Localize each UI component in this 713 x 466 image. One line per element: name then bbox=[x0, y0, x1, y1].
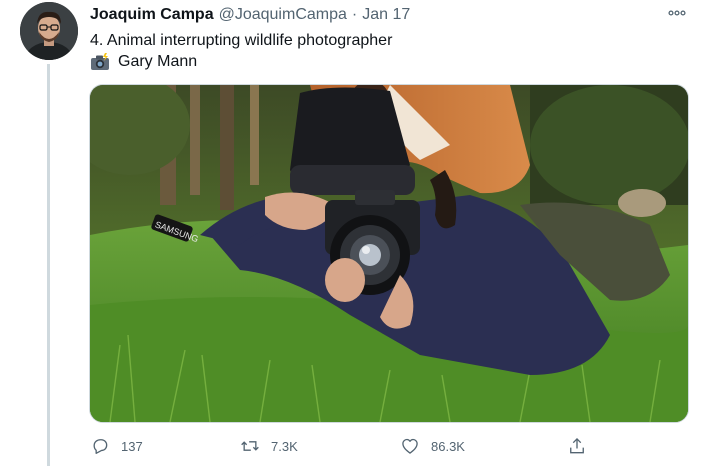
avatar-image bbox=[20, 2, 78, 60]
tweet-photo[interactable]: SAMSUNG bbox=[89, 84, 689, 423]
thread-connector-line bbox=[47, 64, 50, 466]
photo-fox-on-photographer: SAMSUNG bbox=[90, 85, 688, 422]
retweet-count: 7.3K bbox=[271, 438, 298, 454]
retweet-icon bbox=[239, 435, 261, 457]
more-options-button[interactable] bbox=[662, 2, 692, 24]
photo-credit-name: Gary Mann bbox=[118, 52, 198, 70]
photo-credit: Gary Mann bbox=[90, 51, 197, 72]
share-button[interactable] bbox=[566, 432, 588, 460]
tweet-text: 4. Animal interrupting wildlife photogra… bbox=[90, 32, 393, 49]
author-handle[interactable]: @JoaquimCampa bbox=[219, 6, 347, 24]
like-button[interactable]: 86.3K bbox=[399, 432, 465, 460]
share-icon bbox=[566, 435, 588, 457]
author-display-name[interactable]: Joaquim Campa bbox=[90, 6, 214, 24]
heart-icon bbox=[399, 435, 421, 457]
reply-count: 137 bbox=[121, 438, 143, 454]
avatar[interactable] bbox=[20, 2, 78, 60]
camera-with-flash-icon bbox=[90, 52, 110, 71]
tweet-actions: 137 7.3K 86.3K bbox=[89, 432, 687, 460]
tweet-header: Joaquim Campa @JoaquimCampa · Jan 17 bbox=[90, 5, 410, 25]
retweet-button[interactable]: 7.3K bbox=[239, 432, 298, 460]
tweet-date[interactable]: Jan 17 bbox=[362, 6, 410, 24]
header-separator: · bbox=[351, 6, 358, 23]
tweet[interactable]: Joaquim Campa @JoaquimCampa · Jan 17 4. … bbox=[0, 0, 713, 466]
like-count: 86.3K bbox=[431, 438, 465, 454]
more-options-icon bbox=[668, 10, 686, 16]
reply-button[interactable]: 137 bbox=[89, 432, 143, 460]
reply-icon bbox=[89, 435, 111, 457]
